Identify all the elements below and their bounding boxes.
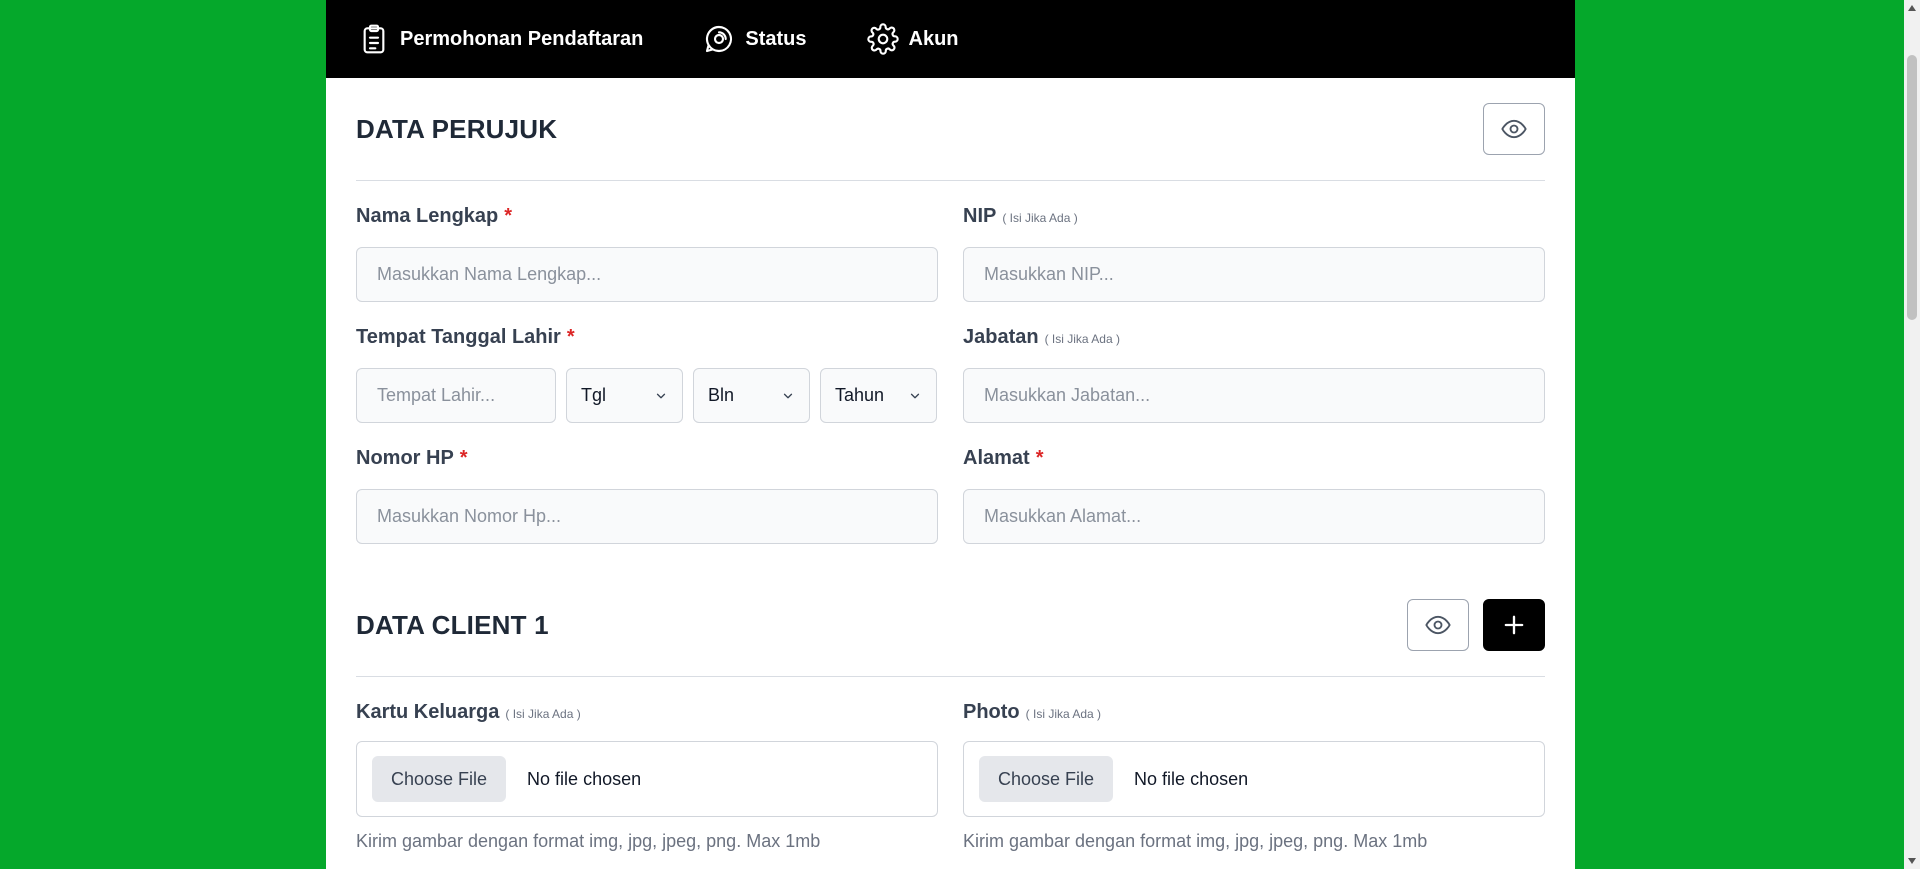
perujuk-grid: Nama Lengkap * Masukkan Nama Lengkap... N… [356, 181, 1545, 544]
nav-label-permohonan: Permohonan Pendaftaran [400, 27, 644, 50]
nav-item-akun[interactable]: Akun [866, 23, 959, 55]
section-title-perujuk: DATA PERUJUK [356, 113, 558, 144]
chevron-down-icon [783, 393, 793, 398]
scroll-up-arrow[interactable] [1908, 5, 1916, 11]
nav-label-status: Status [745, 27, 807, 50]
photo-file-input[interactable]: Choose File No file chosen [963, 741, 1545, 817]
jabatan-input[interactable]: Masukkan Jabatan... [963, 368, 1545, 423]
field-ttl: Tempat Tanggal Lahir * Tempat Lahir... Tg… [356, 326, 938, 423]
label-ttl: Tempat Tanggal Lahir [356, 326, 561, 348]
chevron-down-icon [656, 393, 666, 398]
month-select[interactable]: Bln [693, 368, 810, 423]
chevron-down-icon [910, 393, 920, 398]
field-jabatan: Jabatan ( Isi Jika Ada ) Masukkan Jabatan… [963, 326, 1545, 423]
scroll-thumb[interactable] [1907, 55, 1917, 320]
required-mark: * [504, 205, 513, 227]
plus-icon [1504, 615, 1524, 635]
field-alamat: Alamat * Masukkan Alamat... [963, 447, 1545, 544]
file-status: No file chosen [1134, 768, 1249, 789]
optional-hint: ( Isi Jika Ada ) [505, 707, 581, 721]
alamat-input[interactable]: Masukkan Alamat... [963, 489, 1545, 544]
nav-item-permohonan[interactable]: Permohonan Pendaftaran [358, 23, 643, 55]
toggle-visibility-button[interactable] [1407, 599, 1469, 651]
add-client-button[interactable] [1483, 599, 1545, 651]
field-photo: Photo ( Isi Jika Ada ) Choose File No fil… [963, 701, 1545, 852]
clipboard-icon [363, 24, 385, 54]
section-header-client: DATA CLIENT 1 [356, 574, 1545, 677]
label-alamat: Alamat [963, 447, 1030, 469]
nav-item-status[interactable]: Status [703, 23, 807, 55]
year-select[interactable]: Tahun [820, 368, 937, 423]
month-value: Bln [708, 385, 735, 405]
field-nip: NIP ( Isi Jika Ada ) Masukkan NIP... [963, 205, 1545, 302]
day-select[interactable]: Tgl [566, 368, 683, 423]
field-hp: Nomor HP * Masukkan Nomor Hp... [356, 447, 938, 544]
tempat-lahir-input[interactable]: Tempat Lahir... [356, 368, 556, 423]
label-photo: Photo [963, 701, 1020, 723]
client-grid: Kartu Keluarga ( Isi Jika Ada ) Choose Fi… [356, 677, 1545, 852]
day-value: Tgl [581, 385, 607, 405]
eye-icon [1425, 615, 1451, 635]
toggle-visibility-button[interactable] [1483, 103, 1545, 155]
nav-label-akun: Akun [908, 27, 959, 50]
gear-icon [866, 23, 899, 55]
nip-input[interactable]: Masukkan NIP... [963, 247, 1545, 302]
optional-hint: ( Isi Jika Ada ) [1044, 332, 1120, 346]
required-mark: * [459, 447, 468, 469]
file-help-text: Kirim gambar dengan format img, jpg, jpe… [963, 831, 1428, 851]
scroll-down-arrow[interactable] [1908, 858, 1916, 864]
choose-file-button[interactable]: Choose File [979, 756, 1114, 802]
optional-hint: ( Isi Jika Ada ) [1002, 211, 1078, 225]
required-mark: * [566, 326, 575, 348]
file-status: No file chosen [527, 768, 642, 789]
optional-hint: ( Isi Jika Ada ) [1025, 707, 1102, 721]
label-jabatan: Jabatan [963, 326, 1039, 348]
section-title-client: DATA CLIENT 1 [356, 609, 549, 640]
section-header-perujuk: DATA PERUJUK [356, 78, 1545, 181]
label-nama: Nama Lengkap [356, 205, 499, 227]
top-navigation: Permohonan Pendaftaran Status Akun [326, 0, 1575, 78]
field-kartu-keluarga: Kartu Keluarga ( Isi Jika Ada ) Choose Fi… [356, 701, 938, 852]
form-content: DATA PERUJUK Nama Lengkap * Masukkan Nama… [326, 78, 1575, 852]
nama-input[interactable]: Masukkan Nama Lengkap... [356, 247, 938, 302]
vertical-scrollbar[interactable] [1904, 0, 1920, 869]
choose-file-button[interactable]: Choose File [372, 756, 507, 802]
field-nama: Nama Lengkap * Masukkan Nama Lengkap... [356, 205, 938, 302]
label-nip: NIP [963, 205, 997, 227]
label-hp: Nomor HP [356, 447, 454, 469]
label-kartu-keluarga: Kartu Keluarga [356, 701, 500, 723]
eye-icon [1501, 119, 1527, 139]
required-mark: * [1035, 447, 1044, 469]
year-value: Tahun [835, 385, 885, 405]
status-icon [706, 25, 733, 53]
hp-input[interactable]: Masukkan Nomor Hp... [356, 489, 938, 544]
file-help-text: Kirim gambar dengan format img, jpg, jpe… [356, 831, 821, 851]
main-panel: Permohonan Pendaftaran Status Akun DATA … [326, 0, 1575, 869]
kartu-keluarga-file-input[interactable]: Choose File No file chosen [356, 741, 938, 817]
